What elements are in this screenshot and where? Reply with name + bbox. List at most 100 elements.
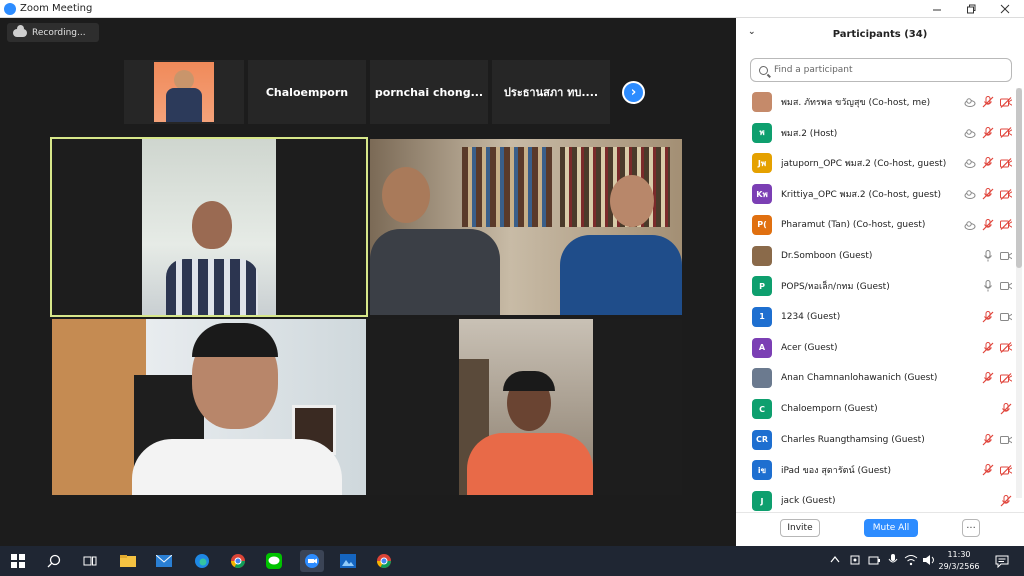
mic-off-icon[interactable] (982, 341, 994, 354)
edge-button[interactable] (192, 551, 212, 571)
video-off-icon[interactable] (1000, 464, 1012, 476)
chevron-up-icon[interactable] (830, 555, 840, 566)
participant-row[interactable]: Kพ Krittiya_OPC พมส.2 (Co-host, guest) (736, 179, 1016, 209)
video-off-icon[interactable] (1000, 188, 1012, 200)
clock-time: 11:30 (947, 550, 971, 559)
zoom-taskbar-button[interactable] (300, 550, 324, 572)
mic-off-icon[interactable] (982, 464, 994, 476)
restore-button[interactable] (954, 0, 988, 18)
mic-off-icon[interactable] (982, 96, 994, 108)
participant-row[interactable]: P(Pharamut (Tan) (Co-host, guest) (736, 210, 1016, 240)
minimize-button[interactable] (920, 0, 954, 18)
video-off-icon[interactable] (1000, 96, 1012, 108)
recording-label: Recording... (32, 27, 86, 38)
more-options-button[interactable]: ··· (962, 519, 980, 537)
start-button[interactable] (8, 551, 28, 571)
thumbnail-name[interactable]: Chaloemporn (248, 60, 366, 124)
line-icon (266, 553, 282, 569)
meet-now-icon[interactable] (850, 554, 862, 569)
mic-off-icon[interactable] (982, 372, 994, 384)
participant-avatar: พ (752, 122, 772, 143)
search-icon (759, 65, 768, 75)
mail-button[interactable] (154, 551, 174, 571)
participant-avatar: A (752, 337, 772, 358)
video-tile[interactable] (52, 319, 366, 495)
participant-row[interactable]: CR Charles Ruangthamsing (Guest) (736, 425, 1016, 455)
chrome-button[interactable] (228, 551, 248, 571)
mute-all-button[interactable]: Mute All (864, 519, 918, 537)
participant-row[interactable]: Jพ jatuporn_OPC พมส.2 (Co-host, guest) (736, 148, 1016, 178)
microphone-icon[interactable] (888, 554, 898, 569)
video-off-icon[interactable] (1000, 219, 1012, 231)
video-tile[interactable] (370, 139, 682, 315)
participant-row[interactable]: C Chaloemporn (Guest) (736, 394, 1016, 424)
next-page-button[interactable]: › (622, 81, 645, 104)
video-icon[interactable] (1000, 311, 1012, 323)
video-off-icon[interactable] (1000, 342, 1012, 354)
participant-row[interactable]: พ พมส.2 (Host) (736, 118, 1016, 148)
mic-off-icon[interactable] (982, 157, 994, 169)
participant-row[interactable]: 1 1234 (Guest) (736, 302, 1016, 332)
recording-indicator[interactable]: Recording... (7, 23, 99, 42)
participant-name: Pharamut (Tan) (Co-host, guest) (781, 219, 926, 230)
mic-off-icon[interactable] (1000, 403, 1012, 415)
thumbnail-name[interactable]: ประธานสภา ทบ.... (492, 60, 610, 124)
clock-date: 29/3/2566 (938, 562, 980, 571)
cloud-icon[interactable] (964, 96, 976, 108)
network-icon[interactable] (868, 554, 882, 569)
participants-scrollbar[interactable] (1016, 88, 1022, 498)
edge-icon (195, 554, 209, 568)
chevron-down-icon[interactable]: ⌄ (748, 27, 756, 37)
video-tile-active-speaker[interactable] (50, 137, 368, 317)
participant-name: Anan Chamnanlohawanich (Guest) (781, 373, 938, 384)
participant-row[interactable]: Jjack (Guest) (736, 486, 1016, 512)
participant-row[interactable]: P POPS/หอเล็ก/กทม (Guest) (736, 271, 1016, 301)
participant-name: Charles Ruangthamsing (Guest) (781, 434, 925, 445)
mic-off-icon[interactable] (982, 433, 994, 446)
search-button[interactable] (44, 551, 64, 571)
scrollbar-thumb[interactable] (1016, 88, 1022, 268)
close-button[interactable] (988, 0, 1022, 18)
participant-row[interactable]: Anan Chamnanlohawanich (Guest) (736, 363, 1016, 393)
mic-off-icon[interactable] (982, 188, 994, 200)
task-view-button[interactable] (80, 551, 100, 571)
video-tile[interactable] (370, 319, 682, 495)
cloud-icon[interactable] (964, 219, 976, 231)
mic-icon[interactable] (982, 280, 994, 292)
mic-icon[interactable] (982, 249, 994, 262)
participant-row[interactable]: พมส. ภัทรพล ขวัญสุข (Co-host, me) (736, 87, 1016, 117)
mic-off-icon[interactable] (982, 126, 994, 139)
participants-footer: Invite Mute All ··· (736, 512, 1024, 546)
participant-avatar: J (752, 491, 772, 512)
wifi-icon[interactable] (904, 554, 918, 569)
thumbnail-name[interactable]: pornchai chong... (370, 60, 488, 124)
mic-off-icon[interactable] (982, 218, 994, 231)
taskbar-clock[interactable]: 11:30 29/3/2566 (938, 549, 980, 573)
video-icon[interactable] (1000, 434, 1012, 446)
participant-row[interactable]: Dr.Somboon (Guest) (736, 241, 1016, 271)
search-input[interactable] (774, 65, 994, 75)
notifications-button[interactable] (992, 551, 1012, 571)
participant-row[interactable]: A Acer (Guest) (736, 333, 1016, 363)
mic-off-icon[interactable] (1000, 495, 1012, 507)
video-off-icon[interactable] (1000, 372, 1012, 384)
line-button[interactable] (264, 551, 284, 571)
thumbnail-video[interactable] (124, 60, 244, 124)
video-off-icon[interactable] (1000, 127, 1012, 139)
video-off-icon[interactable] (1000, 157, 1012, 169)
participant-search[interactable] (750, 58, 1012, 82)
participants-title: Participants (34) (832, 28, 928, 40)
cloud-icon[interactable] (964, 127, 976, 139)
mic-off-icon[interactable] (982, 310, 994, 323)
chrome-icon (377, 554, 391, 568)
video-icon[interactable] (1000, 250, 1012, 262)
video-icon[interactable] (1000, 280, 1012, 292)
invite-button[interactable]: Invite (780, 519, 820, 537)
cloud-icon[interactable] (964, 188, 976, 200)
volume-icon[interactable] (922, 554, 936, 569)
file-explorer-button[interactable] (118, 551, 138, 571)
participant-row[interactable]: iข iPad ของ สุดารัตน์ (Guest) (736, 455, 1016, 485)
photos-button[interactable] (338, 551, 358, 571)
chrome-button-2[interactable] (374, 551, 394, 571)
cloud-icon[interactable] (964, 157, 976, 169)
